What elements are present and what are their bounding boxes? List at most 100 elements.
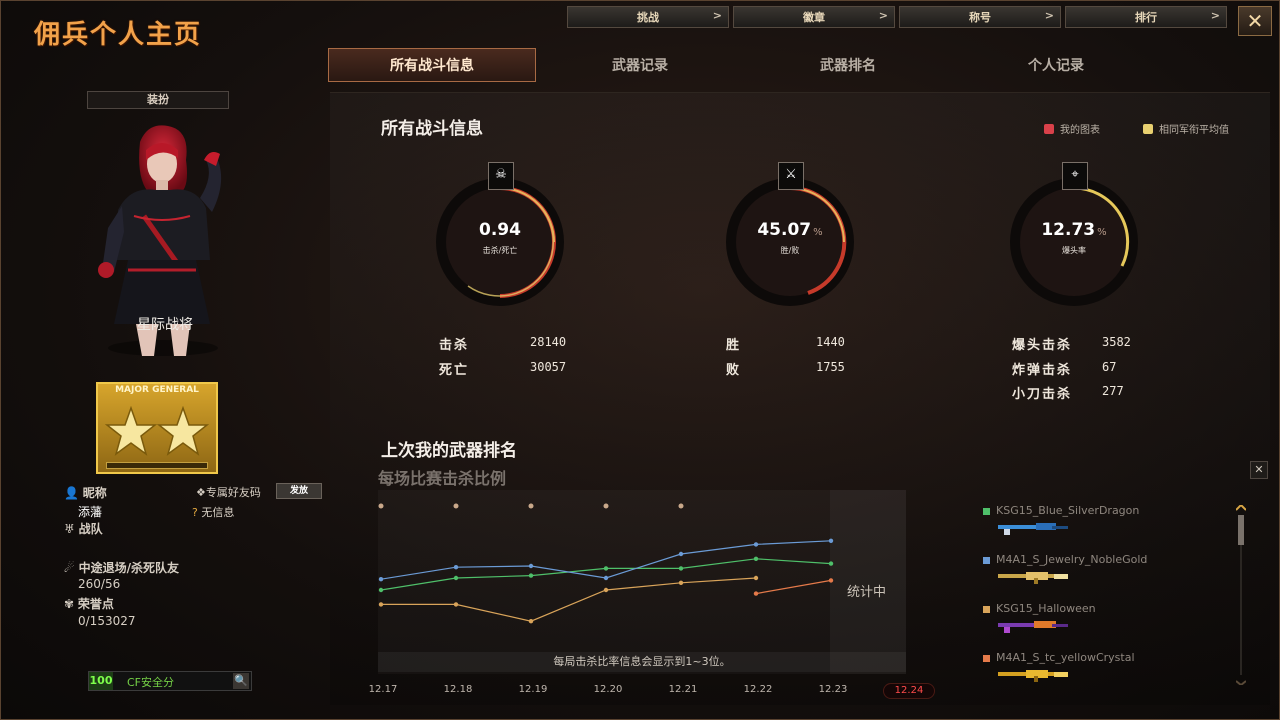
chevron-right-icon: > [712, 9, 722, 22]
stat-kills-label: 击杀 [439, 338, 470, 353]
quit-label-text: 中途退场/杀死队友 [78, 561, 179, 575]
gauge-headshot-ring [1010, 178, 1138, 306]
honor-value: 0/153027 [78, 614, 136, 628]
weapon-name: KSG15_Blue_SilverDragon [996, 504, 1140, 517]
x-tick-label: 12.23 [818, 684, 848, 695]
data-point [528, 563, 534, 569]
data-point [603, 587, 609, 593]
stat-wins-label: 胜 [726, 338, 742, 353]
tab-bar: 所有战斗信息 武器记录 武器排名 个人记录 [328, 48, 1160, 82]
stat-wins-value: 1440 [816, 335, 845, 349]
stat-deaths-label: 死亡 [439, 363, 470, 378]
search-icon[interactable]: 🔍 [233, 673, 249, 689]
dress-button[interactable]: 装扮 [87, 91, 229, 109]
gauge-headshot-percent: % [1097, 227, 1107, 238]
star-icon [104, 406, 210, 456]
tab-weapon-ranking[interactable]: 武器排名 [744, 48, 952, 82]
x-tick-label: 12.20 [593, 684, 623, 695]
team-icon: ♅ [64, 522, 75, 536]
chart-marker [378, 503, 384, 509]
user-icon: 👤 [64, 486, 79, 500]
chart-marker [603, 503, 609, 509]
chevron-right-icon: > [1210, 9, 1220, 22]
weapon-list-item[interactable]: KSG15_Halloween [983, 598, 1223, 647]
quit-label: ☄ 中途退场/杀死队友 [64, 559, 179, 576]
top-nav-ranking[interactable]: 排行 > [1065, 6, 1227, 28]
weapon-color-dot [983, 655, 990, 662]
tab-all-battle-info[interactable]: 所有战斗信息 [328, 48, 536, 82]
date-axis: 12.17 12.18 12.19 12.20 12.21 12.22 12.23 12.24 [360, 683, 960, 699]
gauge-headshot-rate: ⌖ 12.73% 爆头率 [1004, 162, 1144, 314]
data-point [678, 580, 684, 585]
chart-marker [678, 503, 684, 509]
weapon-list-scrollbar[interactable] [1236, 505, 1246, 685]
weapon-list-item[interactable]: KSG15_Blue_SilverDragon [983, 500, 1223, 549]
rank-badge-label: MAJOR GENERAL [115, 385, 199, 395]
gauge-win-rate-ring [726, 178, 854, 306]
data-point [828, 561, 834, 566]
data-point [378, 577, 384, 582]
top-nav-label: 挑战 [637, 11, 659, 24]
stat-bomb-kills-label: 炸弹击杀 [1012, 363, 1073, 378]
gauge-headshot-number: 12.73 [1041, 220, 1096, 240]
legend-average: 相同军衔平均值 [1143, 121, 1229, 136]
weapon-rank-heading: 上次我的武器排名 [381, 441, 517, 461]
stat-losses: 败 1755 [726, 359, 845, 378]
data-point [828, 538, 834, 543]
honor-label-text: 荣誉点 [77, 597, 114, 611]
x-tick-label[interactable]: 12.24 [883, 683, 935, 699]
weapon-list-item[interactable]: M4A1_S_tc_yellowCrystal [983, 647, 1223, 696]
medal-icon: ✾ [64, 597, 75, 611]
kill-ratio-chart [378, 490, 906, 674]
skull-icon: ☠ [488, 162, 514, 190]
weapon-rank-subheading: 每场比赛击杀比例 [378, 469, 507, 488]
weapon-name: M4A1_S_tc_yellowCrystal [996, 651, 1135, 664]
data-point [453, 565, 459, 570]
stat-bomb-kills-value: 67 [1102, 360, 1117, 374]
gauge-headshot-value: 12.73% [1004, 220, 1144, 240]
tab-weapon-records[interactable]: 武器记录 [536, 48, 744, 82]
close-icon[interactable]: ✕ [1250, 461, 1268, 479]
x-tick-label: 12.21 [668, 684, 698, 695]
legend-swatch-mine [1044, 123, 1054, 134]
friend-code-label-text: 专属好友码 [205, 486, 261, 499]
friend-code-send-button[interactable]: 发放 [276, 483, 322, 499]
stat-bomb-kills: 炸弹击杀 67 [1012, 359, 1116, 378]
top-nav-badge[interactable]: 徽章 > [733, 6, 895, 28]
data-point [678, 551, 684, 557]
runner-icon: ☄ [64, 561, 75, 575]
weapon-list-item[interactable]: M4A1_S_Jewelry_NobleGold [983, 549, 1223, 598]
chevron-right-icon: > [878, 9, 888, 22]
data-point [828, 578, 834, 583]
data-point [678, 566, 684, 571]
top-nav-label: 排行 [1135, 11, 1157, 24]
rifle-icon: ⌖ [1062, 162, 1088, 190]
safety-score-label: CF安全分 [127, 676, 175, 689]
rifle-icon [998, 670, 1068, 682]
friend-code-value: ? 无信息 [192, 504, 234, 520]
top-nav-label: 徽章 [803, 11, 825, 24]
gauge-kd-value: 0.94 [430, 220, 570, 240]
nickname-label: 👤 昵称 [64, 484, 107, 501]
heart-icon: ❖ [196, 486, 206, 499]
stat-losses-value: 1755 [816, 360, 845, 374]
data-point [753, 575, 759, 581]
top-nav-challenge[interactable]: 挑战 > [567, 6, 729, 28]
battle-info-heading: 所有战斗信息 [381, 119, 483, 139]
safety-score-value: 100 [89, 672, 113, 690]
data-point [528, 573, 534, 578]
stat-kills: 击杀 28140 [439, 334, 566, 353]
x-tick-label: 12.17 [368, 684, 398, 695]
page-title: 佣兵个人主页 [34, 20, 203, 50]
close-button[interactable]: ✕ [1238, 6, 1272, 36]
data-point [453, 602, 459, 607]
weapon-name: M4A1_S_Jewelry_NobleGold [996, 553, 1148, 566]
top-nav-title[interactable]: 称号 > [899, 6, 1061, 28]
data-point [753, 591, 759, 596]
character-name: 星际战将 [137, 317, 193, 333]
data-point [378, 602, 384, 607]
tab-personal-records[interactable]: 个人记录 [952, 48, 1160, 82]
weapon-list: KSG15_Blue_SilverDragon M4A1_S_Jewelry_N… [983, 500, 1223, 696]
data-point [753, 556, 759, 561]
nickname-label-text: 昵称 [82, 486, 107, 500]
